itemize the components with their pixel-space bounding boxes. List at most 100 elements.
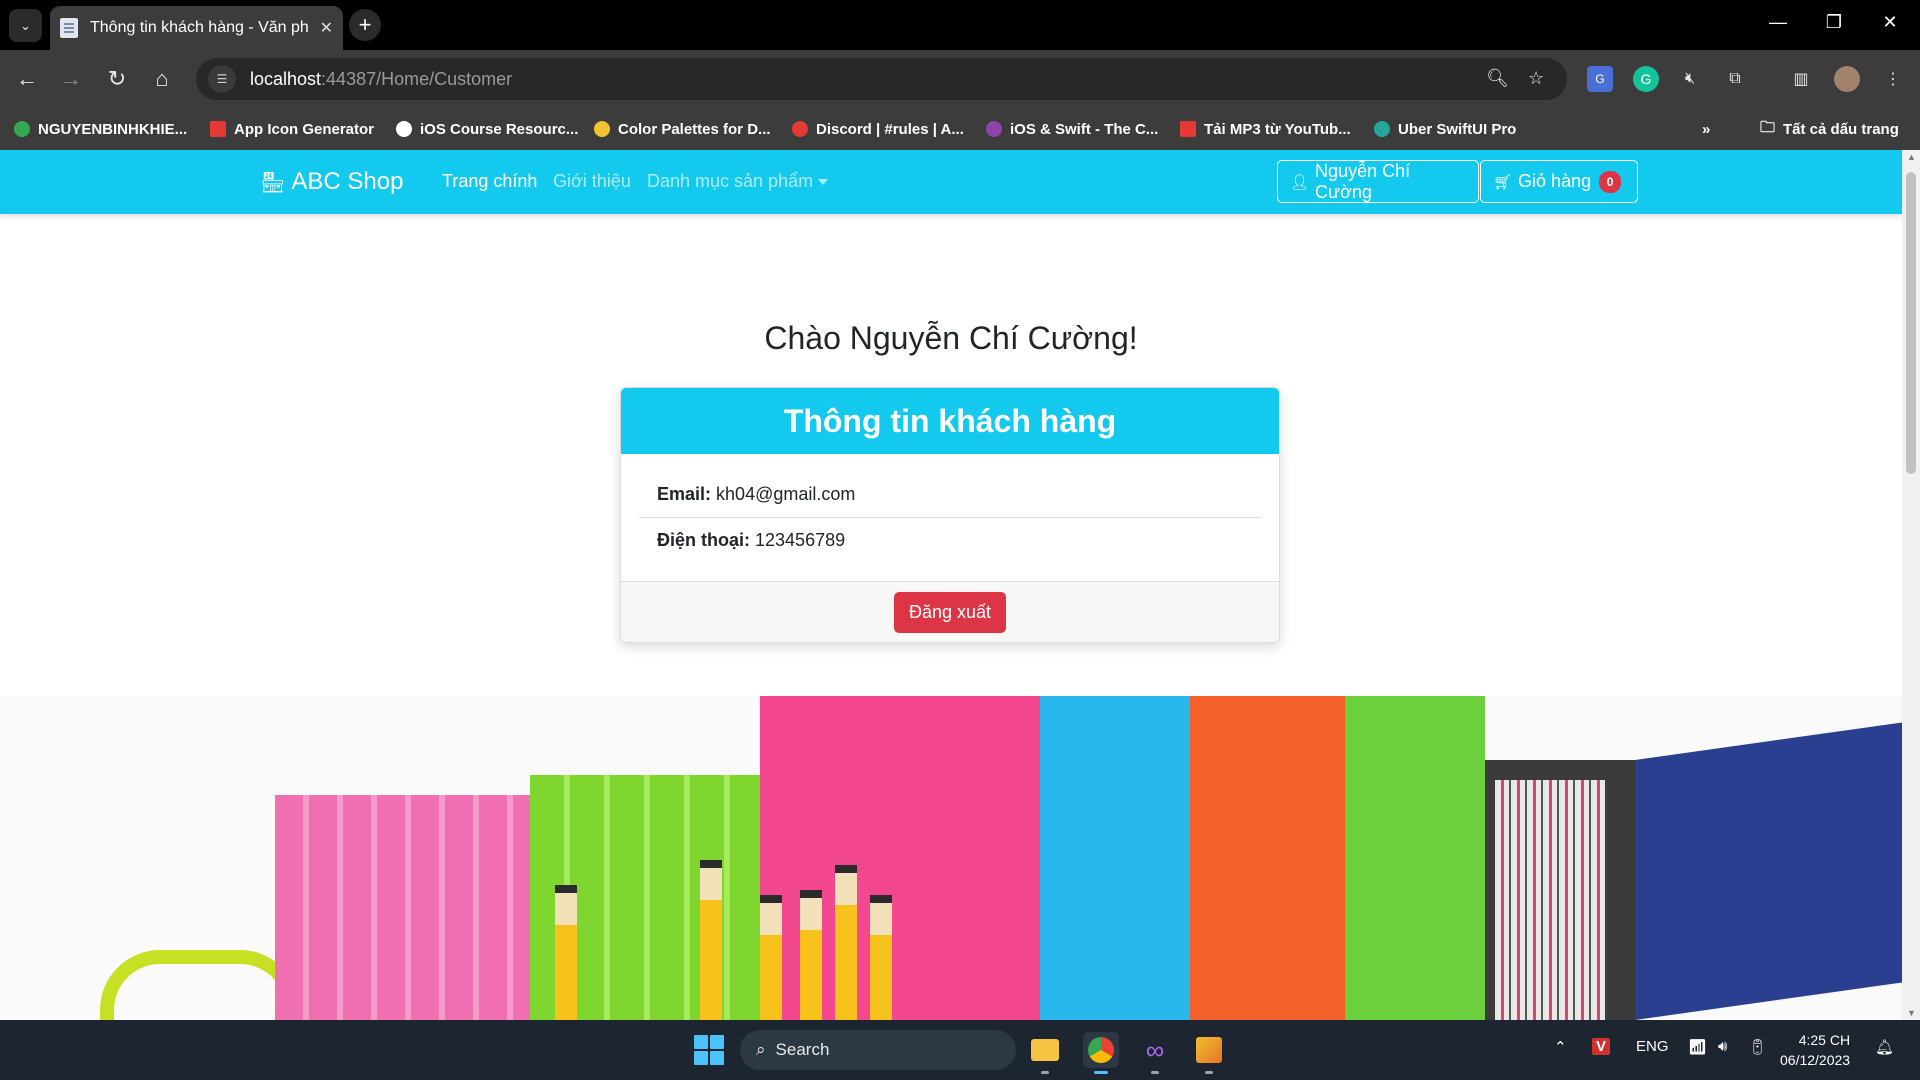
discord-icon	[792, 121, 808, 137]
drive-icon	[14, 121, 30, 137]
language-indicator[interactable]: ENG	[1636, 1038, 1669, 1055]
side-panel-icon[interactable]: ▥	[1788, 66, 1814, 92]
cart-icon: 🛒︎	[1493, 173, 1513, 191]
browser-toolbar: ← → ↻ ⌂ ☰ localhost:44387/Home/Customer …	[0, 50, 1920, 108]
translate-extension-icon[interactable]: G	[1587, 66, 1613, 92]
close-window-icon[interactable]: ✕	[1870, 12, 1910, 33]
close-tab-icon[interactable]: ✕	[320, 18, 333, 38]
restore-icon[interactable]: ❐	[1814, 12, 1854, 33]
vivaldi-tray-icon[interactable]: V	[1592, 1038, 1611, 1055]
card-title: Thông tin khách hàng	[621, 388, 1279, 454]
visual-studio-icon[interactable]: ∞	[1137, 1032, 1173, 1074]
system-clock[interactable]: 4:25 CH 06/12/2023	[1780, 1030, 1850, 1070]
bookmark-item[interactable]: iOS Course Resourc...	[396, 118, 578, 140]
greeting-heading: Chào Nguyễn Chí Cường!	[764, 320, 1138, 356]
active-tab[interactable]: Thông tin khách hàng - Văn ph ✕	[50, 6, 343, 50]
brand-link[interactable]: 🏪︎ ABC Shop	[260, 168, 403, 196]
zoom-icon[interactable]: 🔍︎	[1486, 68, 1509, 89]
bookmark-item[interactable]: Tải MP3 từ YouTub...	[1180, 118, 1351, 140]
reload-icon[interactable]: ↻	[102, 64, 132, 94]
volume-icon[interactable]: 🔊︎	[1718, 1038, 1727, 1055]
home-icon[interactable]: ⌂	[147, 64, 177, 94]
clock-time: 4:25 CH	[1798, 1032, 1851, 1048]
email-row: Email: kh04@gmail.com	[639, 472, 1261, 517]
bookmark-star-icon[interactable]: ☆	[1528, 68, 1544, 89]
user-account-button[interactable]: 👤︎ Nguyễn Chí Cường	[1277, 160, 1479, 203]
hero-notebook-pages	[1495, 780, 1605, 1020]
hero-navy-notebook	[1635, 722, 1902, 1020]
hero-pencil	[760, 895, 782, 1020]
card-body: Email: kh04@gmail.com Điện thoại: 123456…	[621, 454, 1279, 582]
scrollbar-thumb[interactable]	[1906, 172, 1916, 474]
shop-icon: 🏪︎	[260, 171, 286, 194]
nav-home[interactable]: Trang chính	[442, 171, 537, 192]
bookmark-item[interactable]: App Icon Generator	[210, 118, 374, 140]
phone-row: Điện thoại: 123456789	[639, 517, 1261, 563]
bookmark-item[interactable]: Discord | #rules | A...	[792, 118, 964, 140]
hero-pencil	[700, 860, 722, 1020]
udemy-icon	[986, 121, 1002, 137]
wifi-icon[interactable]: 📶︎	[1688, 1038, 1707, 1056]
bookmark-item[interactable]: Uber SwiftUI Pro	[1374, 118, 1516, 140]
url-text[interactable]: localhost:44387/Home/Customer	[250, 69, 512, 90]
site-info-icon[interactable]: ☰	[208, 65, 236, 93]
page-scrollbar[interactable]: ▲ ▼	[1902, 150, 1920, 1020]
show-hidden-icons-icon[interactable]: ⌃	[1554, 1038, 1567, 1056]
tab-search-icon[interactable]: ⌄	[9, 9, 42, 42]
sql-server-icon[interactable]	[1191, 1032, 1227, 1074]
mute-tab-icon[interactable]: 🔇︎	[1677, 66, 1703, 92]
hero-banner-image	[0, 696, 1902, 1020]
ios-course-icon	[396, 121, 412, 137]
clock-date: 06/12/2023	[1780, 1052, 1851, 1068]
file-explorer-icon[interactable]	[1027, 1032, 1063, 1074]
app-icon-generator-icon	[210, 121, 226, 137]
hero-cup	[100, 950, 300, 1020]
hero-pencil	[555, 885, 577, 1020]
hero-blue-book	[1040, 696, 1190, 1020]
color-palette-icon	[594, 121, 610, 137]
customer-info-card: Thông tin khách hàng Email: kh04@gmail.c…	[620, 387, 1280, 643]
address-bar[interactable]: ☰ localhost:44387/Home/Customer 🔍︎ ☆	[196, 58, 1567, 100]
grammarly-extension-icon[interactable]: G	[1633, 66, 1659, 92]
user-icon: 👤︎	[1290, 173, 1310, 191]
extensions-icon[interactable]: ⧉	[1722, 66, 1748, 92]
uber-swiftui-icon	[1374, 121, 1390, 137]
windows-start-icon[interactable]	[694, 1035, 724, 1065]
all-bookmarks-folder[interactable]: 🗀 Tất cả dấu trang	[1760, 118, 1899, 140]
caret-down-icon	[818, 179, 829, 186]
hero-green-book	[1345, 696, 1485, 1020]
bookmark-item[interactable]: NGUYENBINHKHIE...	[14, 118, 187, 140]
new-tab-button[interactable]: +	[349, 9, 381, 41]
minimize-icon[interactable]: —	[1758, 12, 1798, 33]
download-icon	[1180, 121, 1196, 137]
browser-titlebar: ⌄ Thông tin khách hàng - Văn ph ✕ + — ❐ …	[0, 0, 1920, 50]
hero-pencil	[870, 895, 892, 1020]
battery-icon[interactable]: 🔋︎	[1748, 1038, 1767, 1056]
email-label: Email:	[657, 484, 712, 504]
logout-button[interactable]: Đăng xuất	[893, 591, 1007, 633]
notification-bell-icon[interactable]: 🔔︎	[1875, 1038, 1894, 1056]
menu-icon[interactable]: ⋮	[1880, 66, 1906, 92]
chrome-icon[interactable]	[1083, 1032, 1119, 1074]
back-icon[interactable]: ←	[12, 64, 42, 94]
tab-title: Thông tin khách hàng - Văn ph	[90, 19, 309, 36]
nav-about[interactable]: Giới thiệu	[553, 171, 631, 192]
email-value: kh04@gmail.com	[716, 484, 856, 504]
scroll-up-icon[interactable]: ▲	[1907, 152, 1916, 162]
phone-value: 123456789	[755, 530, 846, 550]
folder-icon: 🗀	[1760, 118, 1776, 136]
taskbar-search[interactable]: ⌕ Search	[740, 1030, 1016, 1070]
site-navbar: 🏪︎ ABC Shop Trang chính Giới thiệu Danh …	[0, 150, 1902, 214]
scroll-down-icon[interactable]: ▼	[1907, 1008, 1916, 1018]
cart-button[interactable]: 🛒︎ Giỏ hàng 0	[1480, 160, 1638, 203]
phone-label: Điện thoại:	[657, 530, 750, 550]
nav-categories-dropdown[interactable]: Danh mục sản phẩm	[647, 171, 829, 192]
hero-pencil	[835, 865, 857, 1020]
more-bookmarks-icon[interactable]: »	[1702, 118, 1710, 140]
bookmark-item[interactable]: iOS & Swift - The C...	[986, 118, 1158, 140]
hero-orange-book	[1190, 696, 1345, 1020]
bookmark-item[interactable]: Color Palettes for D...	[594, 118, 771, 140]
forward-icon[interactable]: →	[56, 64, 86, 94]
profile-avatar[interactable]	[1834, 66, 1860, 92]
web-page: 🏪︎ ABC Shop Trang chính Giới thiệu Danh …	[0, 150, 1902, 1020]
